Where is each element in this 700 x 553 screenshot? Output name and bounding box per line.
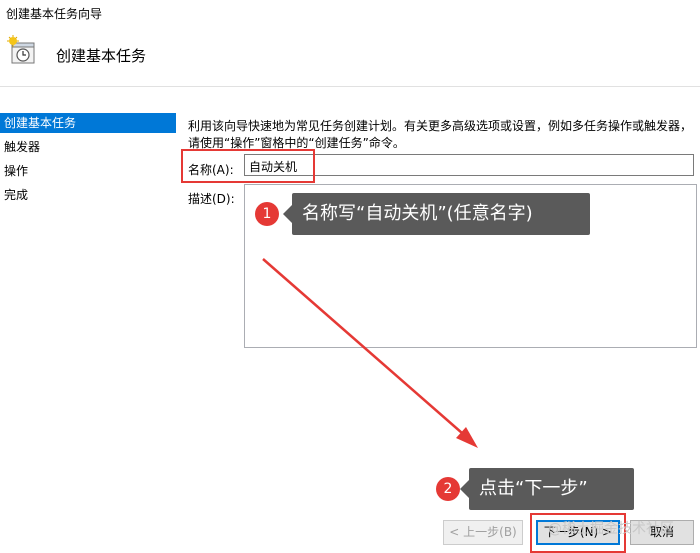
annotation-number-1: 1 [255,202,279,226]
annotation-callout-1: 名称写“自动关机”(任意名字) [283,193,590,235]
back-button[interactable]: < 上一步(B) [443,520,523,545]
annotation-number-2: 2 [436,477,460,501]
watermark: @稀土掘金技术社区 [548,521,674,537]
annotation-callout-2: 点击“下一步” [460,468,634,510]
